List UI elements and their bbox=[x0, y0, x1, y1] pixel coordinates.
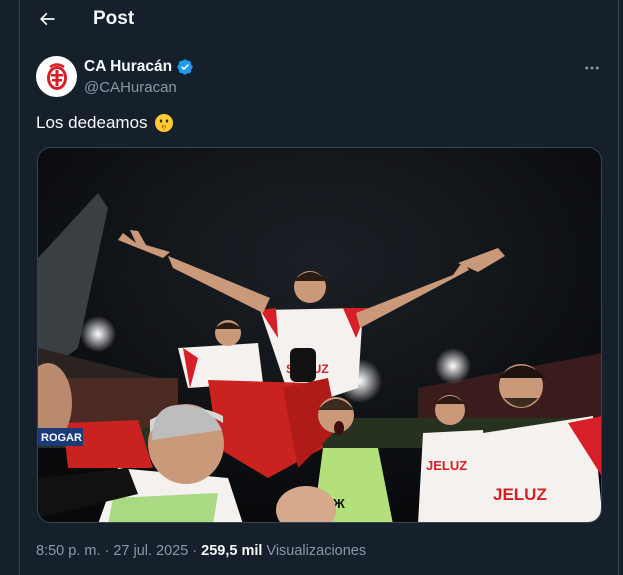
views-label: Visualizaciones bbox=[266, 543, 367, 559]
post-column: Post CA Huracán @CAHuracan Los dedeamos … bbox=[19, 0, 619, 575]
post-header: Post bbox=[20, 0, 618, 38]
author-handle[interactable]: @CAHuracan bbox=[84, 79, 177, 96]
more-options-button[interactable] bbox=[580, 56, 604, 80]
post-metadata: 8:50 p. m. · 27 jul. 2025 · 259,5 mil Vi… bbox=[36, 543, 366, 559]
meta-separator-1: · bbox=[104, 543, 110, 559]
page-title: Post bbox=[93, 8, 135, 29]
board-text: ROGAR bbox=[41, 432, 82, 444]
views-count: 259,5 mil bbox=[201, 543, 263, 559]
post-time[interactable]: 8:50 p. m. bbox=[36, 543, 100, 559]
shushing-face-emoji-icon bbox=[154, 114, 173, 132]
more-dots-icon bbox=[585, 66, 599, 70]
meta-separator-2: · bbox=[192, 543, 198, 559]
avatar[interactable] bbox=[36, 56, 77, 97]
post-author: CA Huracán @CAHuracan bbox=[36, 56, 604, 98]
post-media-image[interactable]: SIELUZ Ж JELUZ bbox=[37, 147, 602, 523]
author-name-text: CA Huracán bbox=[84, 58, 173, 75]
back-button[interactable] bbox=[32, 4, 62, 34]
verified-badge-icon bbox=[177, 59, 193, 75]
post-text-body: Los dedeamos bbox=[36, 113, 148, 132]
celebration-photo: SIELUZ Ж JELUZ bbox=[38, 148, 601, 522]
author-name[interactable]: CA Huracán bbox=[84, 58, 194, 76]
post-date[interactable]: 27 jul. 2025 bbox=[113, 543, 188, 559]
arrow-left-icon bbox=[39, 12, 55, 26]
club-crest-icon bbox=[46, 62, 67, 90]
post-text: Los dedeamos bbox=[36, 113, 174, 133]
right-shirt-sponsor-1: JELUZ bbox=[426, 458, 467, 473]
right-shirt-sponsor-2: JELUZ bbox=[493, 485, 547, 504]
